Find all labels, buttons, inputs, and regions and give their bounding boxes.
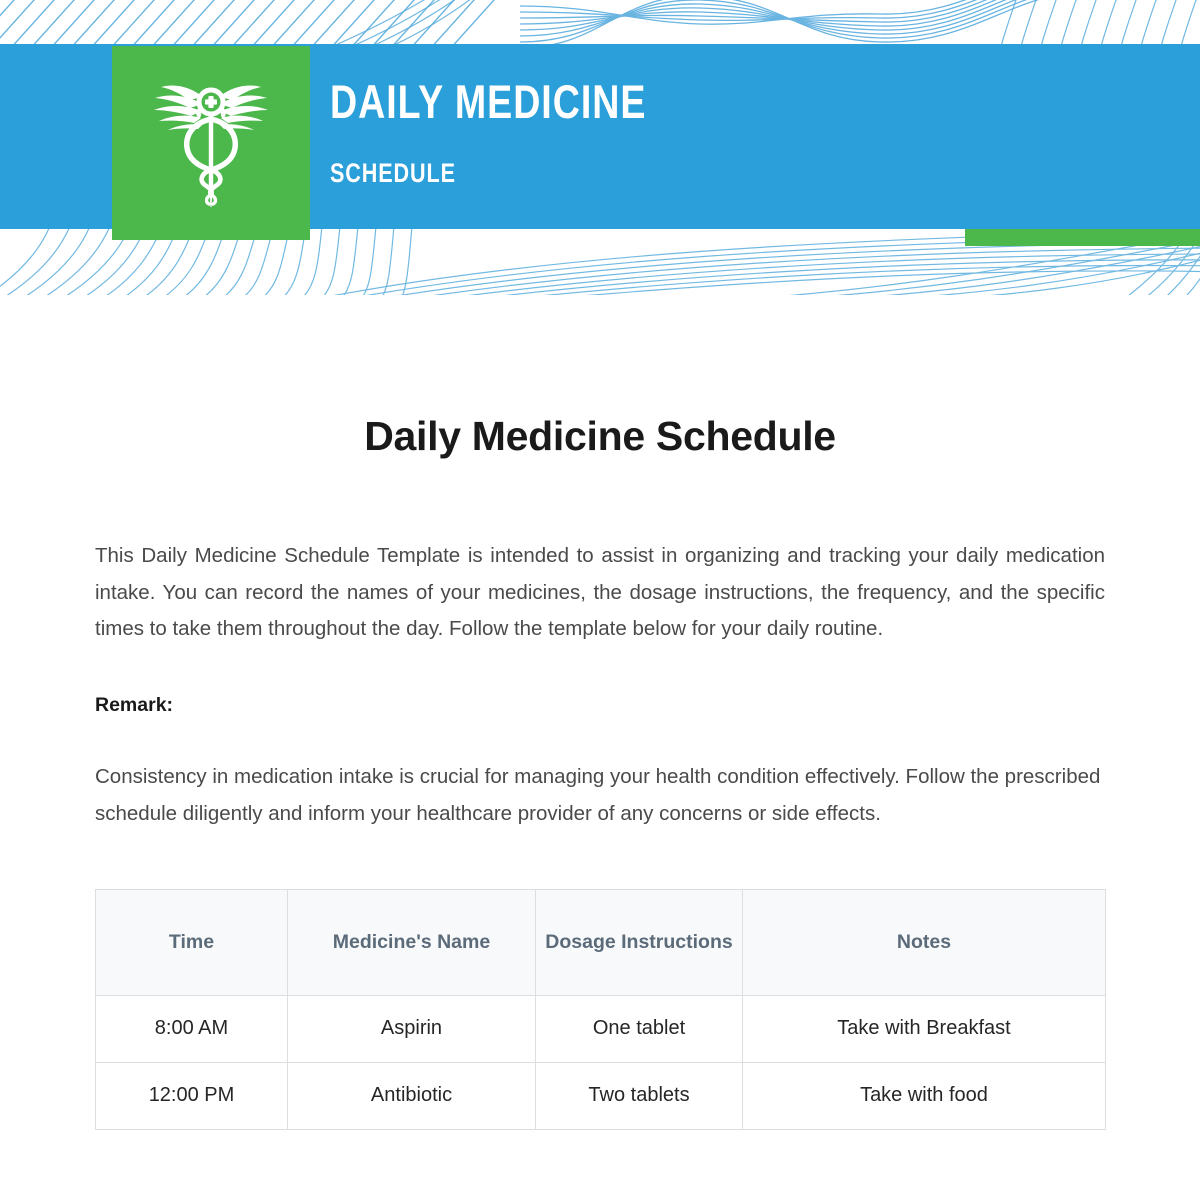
remark-label: Remark: xyxy=(95,693,174,716)
remark-paragraph: Consistency in medication intake is cruc… xyxy=(95,764,1101,825)
cell-notes: Take with food xyxy=(742,1061,1106,1130)
schedule-table: Time Medicine's Name Dosage Instructions… xyxy=(95,888,1106,1130)
logo-block xyxy=(112,46,310,240)
intro-paragraph: This Daily Medicine Schedule Template is… xyxy=(95,544,1105,640)
cell-time: 8:00 AM xyxy=(95,994,288,1063)
banner-text-group: DAILY MEDICINE SCHEDULE xyxy=(330,78,726,187)
header-green-accent-bar xyxy=(965,229,1200,246)
cell-notes: Take with Breakfast xyxy=(742,994,1106,1063)
document-body: Daily Medicine Schedule This Daily Medic… xyxy=(0,295,1200,1130)
cell-medicine: Antibiotic xyxy=(287,1061,536,1130)
header-banner-area: DAILY MEDICINE SCHEDULE xyxy=(0,0,1200,295)
page-title: Daily Medicine Schedule xyxy=(364,413,836,459)
cell-medicine: Aspirin xyxy=(287,994,536,1063)
document-page: DAILY MEDICINE SCHEDULE Daily Medicine S… xyxy=(0,0,1200,1198)
banner-title: DAILY MEDICINE xyxy=(330,75,647,128)
column-header-medicine: Medicine's Name xyxy=(287,888,536,996)
column-header-time: Time xyxy=(95,888,288,996)
cell-time: 12:00 PM xyxy=(95,1061,288,1130)
column-header-dosage: Dosage Instructions xyxy=(535,888,743,996)
table-row: 12:00 PM Antibiotic Two tablets Take wit… xyxy=(95,1061,1106,1130)
cell-dosage: One tablet xyxy=(535,994,743,1063)
schedule-table-container: Time Medicine's Name Dosage Instructions… xyxy=(95,888,1106,1130)
column-header-notes: Notes xyxy=(742,888,1106,996)
cell-dosage: Two tablets xyxy=(535,1061,743,1130)
caduceus-icon xyxy=(154,85,268,207)
table-row: 8:00 AM Aspirin One tablet Take with Bre… xyxy=(95,994,1106,1063)
banner-subtitle: SCHEDULE xyxy=(330,158,456,188)
table-header-row: Time Medicine's Name Dosage Instructions… xyxy=(95,888,1106,996)
